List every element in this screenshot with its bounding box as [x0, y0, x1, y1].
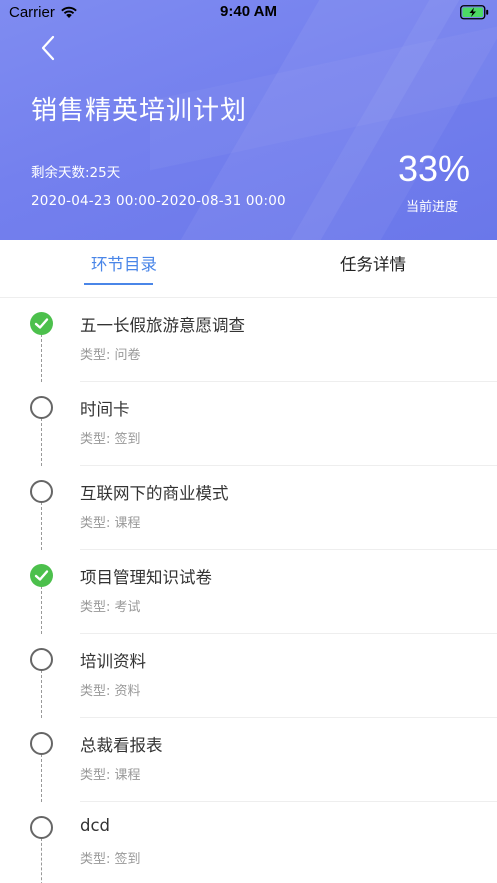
list-item[interactable]: dcd 类型: 签到 [0, 802, 497, 883]
task-name: 项目管理知识试卷 [80, 568, 212, 587]
task-name: 总裁看报表 [80, 736, 163, 755]
battery-icon [460, 5, 490, 24]
task-name: 互联网下的商业模式 [80, 484, 229, 503]
task-type: 类型: 资料 [80, 684, 141, 699]
task-type: 类型: 课程 [80, 516, 141, 531]
pending-circle-icon [30, 648, 53, 671]
timeline-connector [41, 334, 42, 382]
back-button[interactable] [34, 34, 64, 64]
timeline-connector [41, 838, 42, 883]
list-item[interactable]: 五一长假旅游意愿调查类型: 问卷 [0, 298, 497, 382]
task-type: 类型: 课程 [80, 768, 141, 783]
pending-circle-icon [30, 480, 53, 503]
status-bar: Carrier 9:40 AM [0, 0, 497, 26]
list-item[interactable]: 时间卡类型: 签到 [0, 382, 497, 466]
status-time: 9:40 AM [220, 3, 277, 20]
active-tab-indicator [84, 283, 153, 285]
list-item[interactable]: 培训资料类型: 资料 [0, 634, 497, 718]
completed-check-icon [30, 312, 53, 335]
timeline-connector [41, 418, 42, 466]
timeline-connector [41, 502, 42, 550]
list-item[interactable]: 总裁看报表类型: 课程 [0, 718, 497, 802]
task-name: dcd [80, 816, 111, 835]
page-title: 销售精英培训计划 [31, 96, 248, 126]
timeline-connector [41, 670, 42, 718]
task-type: 类型: 问卷 [80, 348, 141, 363]
progress-label: 当前进度 [405, 200, 458, 215]
pending-circle-icon [30, 396, 53, 419]
pending-circle-icon [30, 732, 53, 755]
tab-catalog[interactable]: 环节目录 [0, 240, 248, 298]
progress-percent: 33% [397, 148, 470, 189]
header-banner: Carrier 9:40 AM 销售精英培训计划 剩余天数:25天 2020-0… [0, 0, 497, 240]
task-list: 五一长假旅游意愿调查 类型: 问卷 时间卡 类型: 签到 互联网下的商业模式 类型: 课程… [0, 298, 497, 883]
chevron-left-icon [41, 35, 55, 61]
list-item[interactable]: 互联网下的商业模式类型: 课程 [0, 466, 497, 550]
task-type: 类型: 签到 [80, 852, 141, 867]
tab-task-details[interactable]: 任务详情 [249, 240, 497, 298]
task-type: 类型: 考试 [80, 600, 141, 615]
task-type: 类型: 签到 [80, 432, 141, 447]
days-remaining: 剩余天数:25天 [31, 165, 121, 181]
tab-bar: 环节目录 任务详情 [0, 240, 497, 298]
timeline-connector [41, 586, 42, 634]
list-item[interactable]: 项目管理知识试卷类型: 考试 [0, 550, 497, 634]
pending-circle-icon [30, 816, 53, 839]
task-name: 培训资料 [80, 652, 146, 671]
completed-check-icon [30, 564, 53, 587]
task-name: 五一长假旅游意愿调查 [80, 316, 245, 335]
date-range: 2020-04-23 00:00-2020-08-31 00:00 [31, 193, 286, 209]
task-name: 时间卡 [80, 400, 130, 419]
timeline-connector [41, 754, 42, 802]
